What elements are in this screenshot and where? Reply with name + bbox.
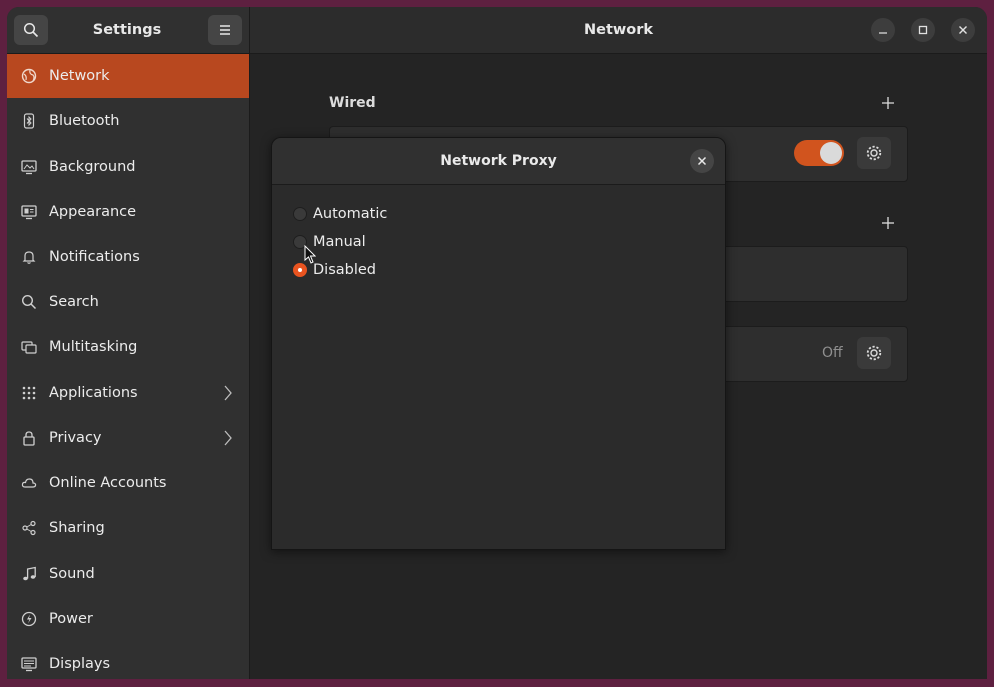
- cloud-icon: [21, 475, 37, 491]
- sidebar-item-sharing[interactable]: Sharing: [7, 506, 249, 550]
- search-icon: [23, 22, 39, 38]
- switch-knob: [820, 142, 842, 164]
- sidebar-item-appearance[interactable]: Appearance: [7, 190, 249, 234]
- sidebar-item-label: Bluetooth: [49, 113, 120, 129]
- dialog-header: Network Proxy: [272, 138, 725, 185]
- add-wired-icon[interactable]: [880, 95, 896, 111]
- radio-label: Automatic: [313, 206, 388, 222]
- sidebar-item-background[interactable]: Background: [7, 145, 249, 189]
- dialog-title: Network Proxy: [440, 153, 557, 169]
- add-vpn-icon[interactable]: [880, 215, 896, 231]
- sidebar-item-label: Sharing: [49, 520, 105, 536]
- sidebar-item-label: Notifications: [49, 249, 140, 265]
- sidebar-item-label: Sound: [49, 566, 95, 582]
- share-icon: [21, 520, 37, 536]
- sidebar-item-label: Appearance: [49, 204, 137, 220]
- display-icon: [21, 656, 37, 672]
- mouse-cursor-icon: [304, 245, 316, 264]
- search-button[interactable]: [14, 15, 48, 45]
- sidebar-item-network[interactable]: Network: [7, 54, 249, 98]
- sidebar-item-privacy[interactable]: Privacy: [7, 416, 249, 460]
- sidebar-item-applications[interactable]: Applications: [7, 371, 249, 415]
- sidebar-item-label: Search: [49, 294, 99, 310]
- settings-window: Settings Network Bluetooth Background Ap…: [7, 7, 987, 679]
- radio-automatic[interactable]: Automatic: [293, 204, 387, 224]
- chevron-right-icon: [224, 430, 232, 446]
- lock-icon: [21, 430, 37, 446]
- sidebar-item-notifications[interactable]: Notifications: [7, 235, 249, 279]
- close-icon: [697, 156, 707, 166]
- radio-button-selected[interactable]: [293, 263, 307, 277]
- sidebar-item-bluetooth[interactable]: Bluetooth: [7, 99, 249, 143]
- dialog-close-button[interactable]: [690, 149, 714, 173]
- maximize-button[interactable]: [911, 18, 935, 42]
- radio-label: Disabled: [313, 262, 376, 278]
- grid-icon: [21, 385, 37, 401]
- wired-toggle-switch[interactable]: [794, 140, 844, 166]
- gear-icon: [866, 145, 882, 161]
- multitasking-icon: [21, 339, 37, 355]
- network-icon: [21, 68, 37, 84]
- close-icon: [959, 26, 967, 34]
- sidebar-item-search[interactable]: Search: [7, 280, 249, 324]
- proxy-settings-button[interactable]: [857, 337, 891, 369]
- sidebar-item-power[interactable]: Power: [7, 597, 249, 641]
- minimize-icon: [879, 32, 887, 34]
- sidebar-item-label: Network: [49, 68, 110, 84]
- sidebar-item-multitasking[interactable]: Multitasking: [7, 325, 249, 369]
- maximize-icon: [918, 25, 928, 35]
- close-button[interactable]: [951, 18, 975, 42]
- sidebar-item-label: Online Accounts: [49, 475, 167, 491]
- sidebar-item-label: Background: [49, 159, 136, 175]
- wired-settings-button[interactable]: [857, 137, 891, 169]
- music-note-icon: [21, 566, 37, 582]
- bluetooth-icon: [21, 113, 37, 129]
- sidebar-item-label: Privacy: [49, 430, 102, 446]
- sidebar-title: Settings: [92, 22, 162, 38]
- background-icon: [21, 159, 37, 175]
- sidebar-item-sound[interactable]: Sound: [7, 552, 249, 596]
- main-menu-button[interactable]: [208, 15, 242, 45]
- sidebar-header: Settings: [7, 7, 249, 54]
- sidebar-item-label: Displays: [49, 656, 111, 672]
- wired-section-label: Wired: [329, 95, 376, 111]
- sidebar-item-label: Applications: [49, 385, 138, 401]
- proxy-status-label: Off: [822, 345, 843, 361]
- chevron-right-icon: [224, 385, 232, 401]
- power-icon: [21, 611, 37, 627]
- minimize-button[interactable]: [871, 18, 895, 42]
- network-proxy-dialog: Network Proxy Automatic Manual Disabled: [271, 137, 726, 550]
- sidebar-item-label: Power: [49, 611, 93, 627]
- sidebar-item-online-accounts[interactable]: Online Accounts: [7, 461, 249, 505]
- appearance-icon: [21, 204, 37, 220]
- sidebar: Settings Network Bluetooth Background Ap…: [7, 7, 250, 679]
- sidebar-item-displays[interactable]: Displays: [7, 642, 249, 679]
- hamburger-menu-icon: [220, 25, 230, 35]
- radio-label: Manual: [313, 234, 366, 250]
- gear-icon: [866, 345, 882, 361]
- content-header: Network: [250, 7, 987, 54]
- sidebar-item-label: Multitasking: [49, 339, 138, 355]
- search-icon: [21, 294, 37, 310]
- bell-icon: [21, 249, 37, 265]
- radio-button[interactable]: [293, 207, 307, 221]
